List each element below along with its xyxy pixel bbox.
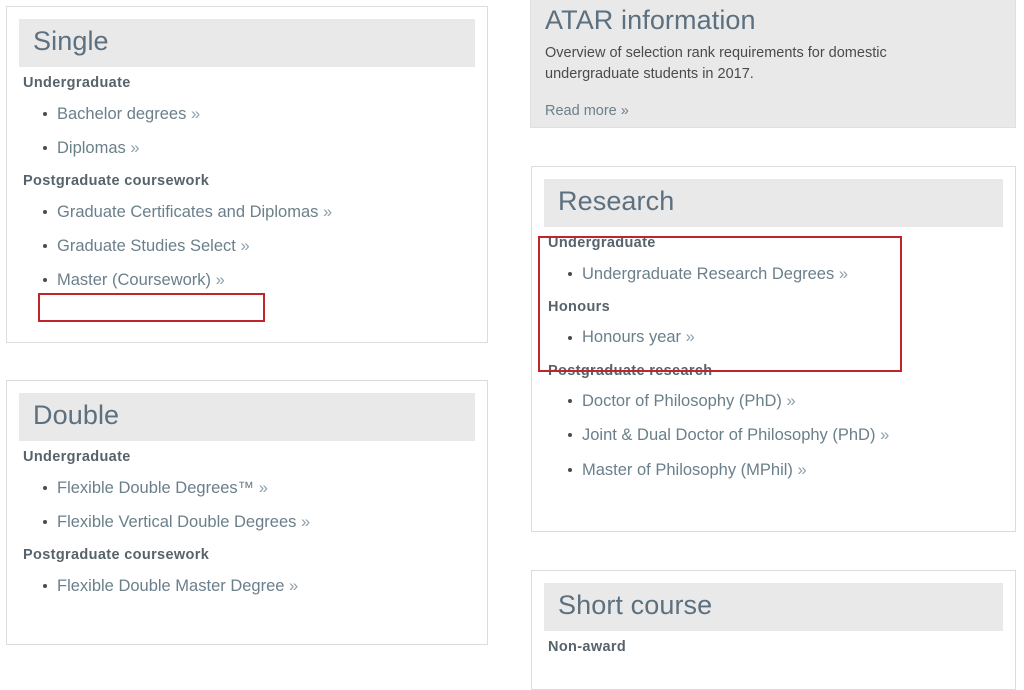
link-label: Graduate Studies Select <box>57 236 236 255</box>
link-master-of-philosophy-mphil[interactable]: Master of Philosophy (MPhil) » <box>582 461 807 479</box>
card-atar-information: ATAR information Overview of selection r… <box>530 0 1016 128</box>
list-item[interactable]: Flexible Vertical Double Degrees » <box>19 505 473 539</box>
chevron-right-icon: » <box>289 576 299 595</box>
bullet-icon <box>43 111 47 116</box>
link-label: Diplomas <box>57 138 126 157</box>
chevron-right-icon: » <box>258 478 268 497</box>
link-label: Doctor of Philosophy (PhD) <box>582 392 782 411</box>
chevron-right-icon: » <box>300 512 311 531</box>
bullet-icon <box>568 271 572 276</box>
chevron-right-icon: » <box>215 270 225 289</box>
atar-description: Overview of selection rank requirements … <box>545 44 887 83</box>
bullet-icon <box>568 335 572 340</box>
list-item[interactable]: Honours year » <box>544 320 1001 354</box>
chevron-right-icon: » <box>322 202 333 221</box>
list-item[interactable]: Doctor of Philosophy (PhD) » <box>544 384 1001 418</box>
link-bachelor-degrees[interactable]: Bachelor degrees » <box>57 105 200 123</box>
list-item[interactable]: Graduate Studies Select » <box>19 229 473 263</box>
link-label: Bachelor degrees <box>57 104 187 123</box>
bullet-icon <box>43 519 47 524</box>
link-diplomas[interactable]: Diplomas » <box>57 139 140 157</box>
link-label: Flexible Double Degrees™ <box>57 478 255 497</box>
card-double-body: Undergraduate Flexible Double Degrees™ »… <box>7 447 487 617</box>
link-flexible-double-master-degree[interactable]: Flexible Double Master Degree » <box>57 577 298 595</box>
link-label: Graduate Certificates and Diplomas <box>57 202 319 221</box>
list-item[interactable]: Flexible Double Degrees™ » <box>19 471 473 505</box>
link-graduate-certificates-and-diplomas[interactable]: Graduate Certificates and Diplomas » <box>57 203 332 221</box>
section-heading-postgraduate-coursework: Postgraduate coursework <box>23 546 210 563</box>
card-atar-title: ATAR information <box>545 5 756 35</box>
card-research-title: Research <box>544 179 1003 227</box>
chevron-right-icon: » <box>240 236 250 255</box>
bullet-icon <box>43 209 47 214</box>
bullet-icon <box>568 399 572 404</box>
link-label: Joint & Dual Doctor of Philosophy (PhD) <box>582 426 876 445</box>
section-heading-postgraduate-research: Postgraduate research <box>548 362 713 379</box>
link-label: Master (Coursework) <box>57 270 212 289</box>
card-single-body: Undergraduate Bachelor degrees » Diploma… <box>7 73 487 311</box>
link-label: Undergraduate Research Degrees <box>582 264 835 283</box>
bullet-icon <box>568 433 572 438</box>
chevron-right-icon: » <box>685 328 695 347</box>
list-item[interactable]: Joint & Dual Doctor of Philosophy (PhD) … <box>544 418 1001 452</box>
card-short-course-body: Non-award <box>532 637 1015 671</box>
section-heading-undergraduate: Undergraduate <box>548 234 656 251</box>
card-research-body: Undergraduate Undergraduate Research Deg… <box>532 233 1015 501</box>
link-label: Master of Philosophy (MPhil) <box>582 460 793 479</box>
bullet-icon <box>43 583 47 588</box>
link-list-undergraduate: Bachelor degrees » Diplomas » <box>19 97 473 165</box>
chevron-right-icon: » <box>786 392 796 411</box>
list-item[interactable]: Bachelor degrees » <box>19 97 473 131</box>
chevron-right-icon: » <box>838 264 849 283</box>
bullet-icon <box>43 243 47 248</box>
link-list-postgraduate-research: Doctor of Philosophy (PhD) » Joint & Dua… <box>544 384 1001 486</box>
bullet-icon <box>43 145 47 150</box>
link-undergraduate-research-degrees[interactable]: Undergraduate Research Degrees » <box>582 265 848 283</box>
link-list-undergraduate: Undergraduate Research Degrees » <box>544 257 1001 291</box>
link-list-postgraduate-coursework: Flexible Double Master Degree » <box>19 569 473 603</box>
link-joint-and-dual-doctor-of-philosophy-phd[interactable]: Joint & Dual Doctor of Philosophy (PhD) … <box>582 426 889 444</box>
link-graduate-studies-select[interactable]: Graduate Studies Select » <box>57 237 250 255</box>
chevron-right-icon: » <box>797 460 807 479</box>
link-label: Flexible Vertical Double Degrees <box>57 512 297 531</box>
read-more-link[interactable]: Read more » <box>545 103 629 119</box>
link-flexible-double-degrees[interactable]: Flexible Double Degrees™ » <box>57 479 268 497</box>
bullet-icon <box>568 467 572 472</box>
section-heading-non-award: Non-award <box>548 638 627 655</box>
list-item[interactable]: Undergraduate Research Degrees » <box>544 257 1001 291</box>
list-item[interactable]: Graduate Certificates and Diplomas » <box>19 195 473 229</box>
list-item[interactable]: Master of Philosophy (MPhil) » <box>544 453 1001 487</box>
list-item[interactable]: Flexible Double Master Degree » <box>19 569 473 603</box>
link-master-coursework[interactable]: Master (Coursework) » <box>57 271 225 289</box>
chevron-right-icon: » <box>130 138 140 157</box>
card-single-title: Single <box>19 19 475 67</box>
link-label: Honours year <box>582 328 682 347</box>
section-heading-honours: Honours <box>548 298 611 315</box>
link-list-honours: Honours year » <box>544 320 1001 354</box>
link-honours-year[interactable]: Honours year » <box>582 328 695 346</box>
bullet-icon <box>43 485 47 490</box>
section-heading-postgraduate-coursework: Postgraduate coursework <box>23 172 210 189</box>
card-short-course: Short course Non-award <box>531 570 1016 690</box>
study-options-page: Single Undergraduate Bachelor degrees » … <box>0 0 1024 690</box>
card-double-title: Double <box>19 393 475 441</box>
link-label: Flexible Double Master Degree <box>57 576 285 595</box>
section-heading-undergraduate: Undergraduate <box>23 448 131 465</box>
chevron-right-icon: » <box>880 426 890 445</box>
card-atar-body: Overview of selection rank requirements … <box>531 43 1015 132</box>
list-item[interactable]: Diplomas » <box>19 131 473 165</box>
section-heading-undergraduate: Undergraduate <box>23 74 131 91</box>
card-double: Double Undergraduate Flexible Double Deg… <box>6 380 488 645</box>
card-research: Research Undergraduate Undergraduate Res… <box>531 166 1016 532</box>
link-doctor-of-philosophy-phd[interactable]: Doctor of Philosophy (PhD) » <box>582 392 796 410</box>
link-list-undergraduate: Flexible Double Degrees™ » Flexible Vert… <box>19 471 473 539</box>
link-flexible-vertical-double-degrees[interactable]: Flexible Vertical Double Degrees » <box>57 513 310 531</box>
card-short-course-title: Short course <box>544 583 1003 631</box>
card-single: Single Undergraduate Bachelor degrees » … <box>6 6 488 343</box>
list-item[interactable]: Master (Coursework) » <box>19 263 473 297</box>
bullet-icon <box>43 277 47 282</box>
link-list-postgraduate-coursework: Graduate Certificates and Diplomas » Gra… <box>19 195 473 297</box>
chevron-right-icon: » <box>190 104 201 123</box>
